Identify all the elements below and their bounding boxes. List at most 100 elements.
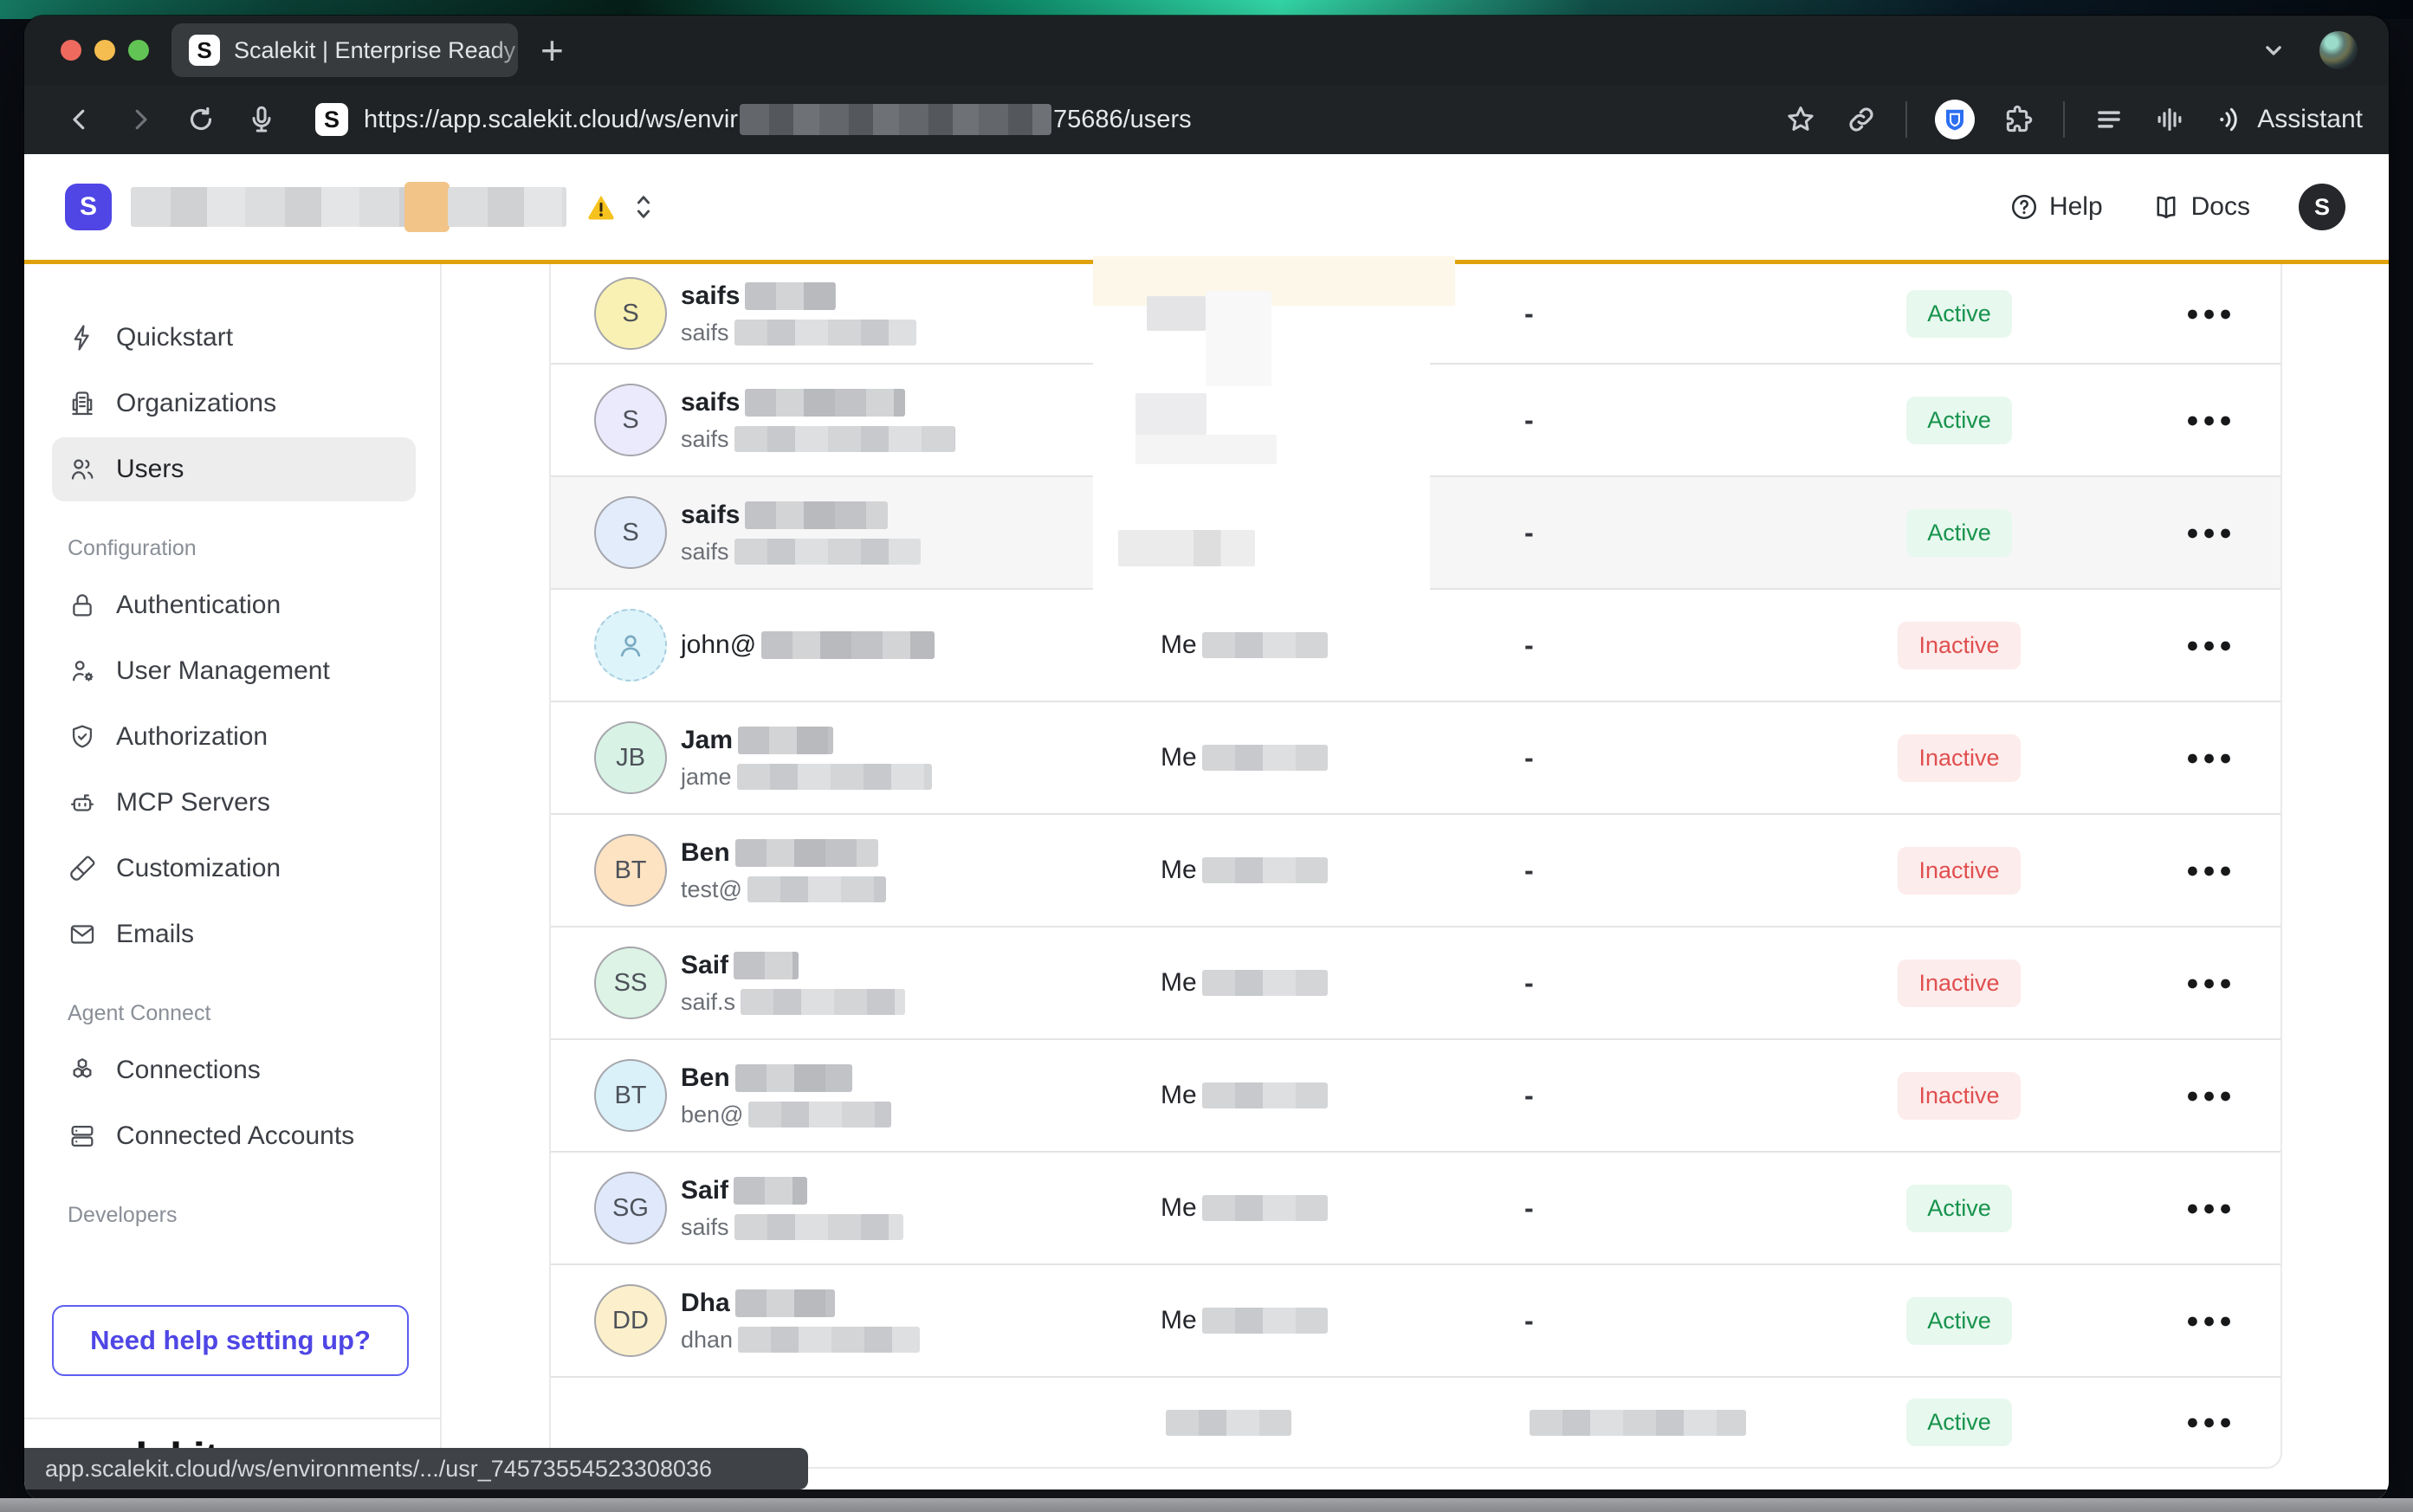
- avatar: JB: [594, 721, 667, 794]
- date-cell: -: [1500, 298, 1777, 330]
- browser-tab[interactable]: S Scalekit | Enterprise Ready A: [171, 23, 518, 77]
- table-row[interactable]: BT Ben test@ Me - Inactive ●●●: [551, 813, 2280, 926]
- extensions-puzzle-icon[interactable]: [2002, 103, 2035, 136]
- sidebar-item-user-management[interactable]: User Management: [52, 639, 416, 703]
- sidebar-item-authorization[interactable]: Authorization: [52, 705, 416, 769]
- reading-list-icon[interactable]: [2093, 103, 2125, 136]
- sidebar-item-label: Authorization: [116, 722, 268, 752]
- user-email: saifs: [681, 426, 955, 453]
- user-avatar[interactable]: S: [2299, 184, 2345, 230]
- row-menu-button[interactable]: ●●●: [2186, 633, 2235, 658]
- copy-link-icon[interactable]: [1845, 103, 1878, 136]
- forward-icon[interactable]: [125, 104, 156, 135]
- browser-profile-avatar[interactable]: [2319, 31, 2358, 69]
- cubes-icon: [68, 1056, 97, 1085]
- status-cell: Active: [1777, 1399, 2141, 1446]
- row-menu-button[interactable]: ●●●: [2186, 301, 2235, 326]
- membership-cell: Me: [1095, 1193, 1500, 1223]
- user-cell: DD Dha dhan: [551, 1284, 1095, 1357]
- sidebar-item-connections[interactable]: Connections: [52, 1038, 416, 1102]
- maximize-window-button[interactable]: [128, 40, 149, 61]
- sidebar-item-customization[interactable]: Customization: [52, 837, 416, 901]
- sidebar-item-label: Customization: [116, 854, 281, 883]
- row-menu-button[interactable]: ●●●: [2186, 746, 2235, 771]
- avatar: BT: [594, 1059, 667, 1132]
- bookmark-star-icon[interactable]: [1784, 103, 1817, 136]
- browser-window: S Scalekit | Enterprise Ready A + S http…: [24, 16, 2389, 1501]
- row-menu-button[interactable]: ●●●: [2186, 1308, 2235, 1334]
- status-cell: Active: [1777, 1297, 2141, 1345]
- user-cell: S saifs saifs: [551, 384, 1095, 456]
- section-label-developers: Developers: [68, 1203, 440, 1228]
- mic-icon[interactable]: [246, 104, 277, 135]
- table-row[interactable]: SG Saif saifs Me - Active ●●●: [551, 1151, 2280, 1263]
- assistant-button[interactable]: Assistant: [2214, 104, 2363, 135]
- close-window-button[interactable]: [61, 40, 81, 61]
- url-redacted-segment: [740, 104, 1051, 135]
- toolbar-divider: [2063, 101, 2065, 138]
- desktop-surface: [0, 1498, 2413, 1512]
- membership-cell: Me: [1095, 1081, 1500, 1110]
- workspace-name-redacted[interactable]: [131, 182, 566, 232]
- sidebar-nav: QuickstartOrganizationsUsersConfiguratio…: [24, 264, 440, 1240]
- environment-switcher-icon[interactable]: [629, 190, 658, 224]
- voice-waveform-icon[interactable]: [2153, 103, 2186, 136]
- user-name: Dha: [681, 1289, 920, 1318]
- user-email: saifs: [681, 1214, 903, 1241]
- status-cell: Inactive: [1777, 960, 2141, 1007]
- date-cell: -: [1500, 517, 1777, 549]
- sidebar-item-connected-accounts[interactable]: Connected Accounts: [52, 1104, 416, 1168]
- table-row[interactable]: DD Dha dhan Me - Active ●●●: [551, 1263, 2280, 1376]
- docs-button[interactable]: Docs: [2151, 192, 2250, 222]
- need-help-button[interactable]: Need help setting up?: [52, 1305, 409, 1376]
- status-badge: Active: [1906, 509, 2012, 557]
- minimize-window-button[interactable]: [94, 40, 115, 61]
- status-cell: Active: [1777, 397, 2141, 444]
- row-menu-button[interactable]: ●●●: [2186, 520, 2235, 546]
- row-menu-button[interactable]: ●●●: [2186, 408, 2235, 433]
- status-badge: Inactive: [1898, 847, 2020, 895]
- table-row[interactable]: JB Jam jame Me - Inactive ●●●: [551, 701, 2280, 813]
- row-menu-button[interactable]: ●●●: [2186, 858, 2235, 883]
- site-favicon: S: [315, 103, 348, 136]
- row-menu-button[interactable]: ●●●: [2186, 1196, 2235, 1221]
- new-tab-button[interactable]: +: [540, 30, 564, 70]
- sidebar-item-emails[interactable]: Emails: [52, 902, 416, 966]
- bitwarden-extension-icon[interactable]: [1935, 100, 1975, 139]
- sidebar-item-label: Quickstart: [116, 323, 233, 352]
- user-name: john@: [681, 630, 935, 660]
- sidebar-item-users[interactable]: Users: [52, 437, 416, 501]
- browser-toolbar: S https://app.scalekit.cloud/ws/envir 75…: [24, 85, 2389, 154]
- brush-icon: [68, 854, 97, 883]
- table-row[interactable]: SS Saif saif.s Me - Inactive ●●●: [551, 926, 2280, 1038]
- shield-check-icon: [68, 722, 97, 752]
- chevron-down-icon[interactable]: [2257, 34, 2290, 67]
- user-email: saif.s: [681, 989, 905, 1016]
- stack-icon: [68, 1121, 97, 1151]
- sidebar-item-mcp-servers[interactable]: MCP Servers: [52, 771, 416, 835]
- status-cell: Active: [1777, 509, 2141, 557]
- status-cell: Active: [1777, 290, 2141, 338]
- table-row[interactable]: BT Ben ben@ Me - Inactive ●●●: [551, 1038, 2280, 1151]
- table-row[interactable]: john@ Me - Inactive ●●●: [551, 588, 2280, 701]
- sidebar-item-organizations[interactable]: Organizations: [52, 372, 416, 436]
- date-cell: -: [1500, 404, 1777, 436]
- sidebar-item-authentication[interactable]: Authentication: [52, 573, 416, 637]
- row-menu-button[interactable]: ●●●: [2186, 1083, 2235, 1108]
- back-icon[interactable]: [64, 104, 95, 135]
- date-cell: -: [1500, 1305, 1777, 1337]
- table-row[interactable]: Active ●●●: [551, 1376, 2280, 1467]
- address-bar[interactable]: https://app.scalekit.cloud/ws/envir 7568…: [364, 104, 1192, 135]
- row-menu-button[interactable]: ●●●: [2186, 1410, 2235, 1435]
- bolt-icon: [68, 323, 97, 352]
- privacy-overlay: [1093, 256, 1430, 600]
- avatar: [594, 609, 667, 682]
- row-menu-button[interactable]: ●●●: [2186, 971, 2235, 996]
- window-controls: [24, 40, 171, 61]
- users-main: S saifs saifs - Active ●●● S saifs saifs…: [442, 264, 2389, 1501]
- reload-icon[interactable]: [185, 104, 217, 135]
- help-button[interactable]: Help: [2009, 192, 2103, 222]
- sidebar-item-quickstart[interactable]: Quickstart: [52, 306, 416, 370]
- status-cell: Inactive: [1777, 622, 2141, 669]
- url-suffix: 75686/users: [1053, 106, 1192, 134]
